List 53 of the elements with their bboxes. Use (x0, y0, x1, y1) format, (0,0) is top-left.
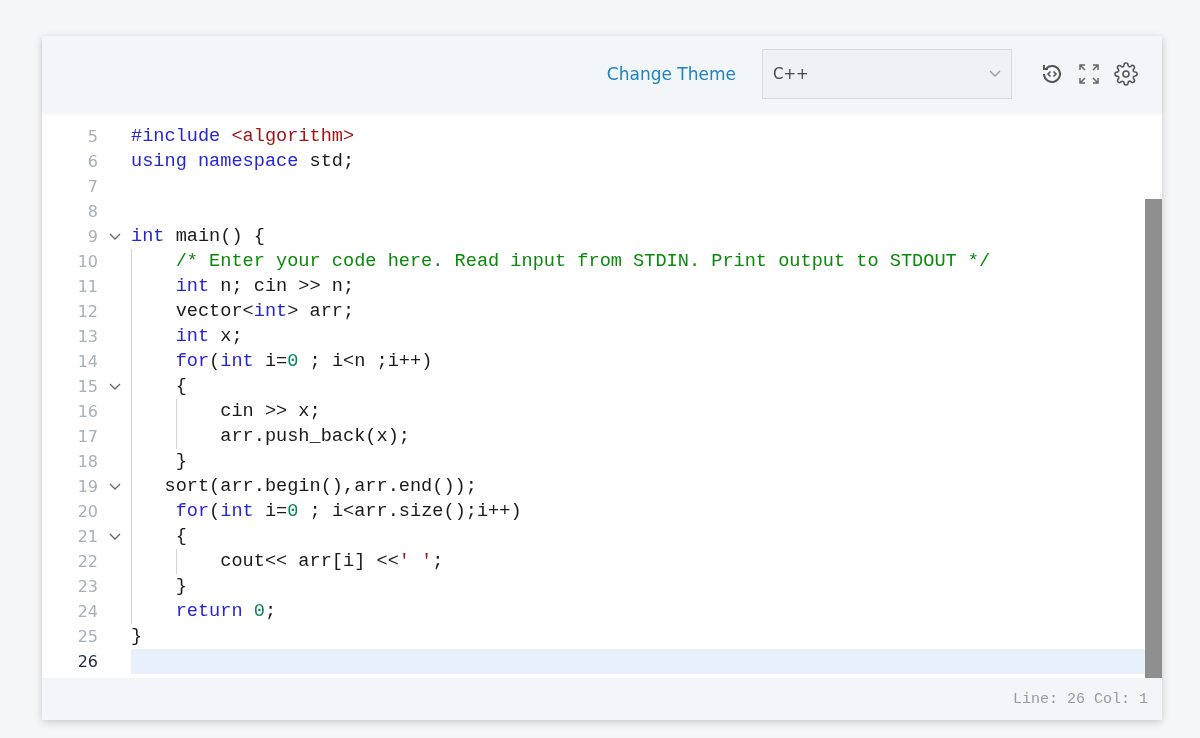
line-number: 17 (76, 427, 98, 446)
code-line: } (174, 576, 187, 597)
settings-icon[interactable] (1114, 62, 1138, 86)
line-number: 8 (86, 202, 98, 221)
code-line: int n; cin >> n; (174, 276, 355, 297)
code-line: { (174, 376, 187, 397)
line-number: 10 (76, 252, 98, 271)
line-number: 13 (76, 327, 98, 346)
line-number: 25 (76, 627, 98, 646)
chevron-down-icon (989, 70, 1001, 78)
code-line: return 0; (174, 601, 277, 622)
code-line: } (174, 451, 187, 472)
code-line: #include <algorithm> (131, 126, 355, 147)
line-number: 5 (86, 127, 98, 146)
code-line: using namespace std; (131, 151, 355, 172)
scrollbar-thumb[interactable] (1145, 199, 1162, 678)
line-number: 26 (76, 652, 98, 671)
line-number: 22 (76, 552, 98, 571)
line-number: 6 (86, 152, 98, 171)
code-line: vector<int> arr; (174, 301, 355, 322)
code-line: /* Enter your code here. Read input from STDIN. Print output to STDOUT */ (174, 251, 991, 272)
line-number: 9 (86, 227, 98, 246)
fullscreen-icon[interactable] (1078, 63, 1100, 85)
code-line: for(int i=0 ; i<n ;i++) (174, 351, 433, 372)
line-number: 14 (76, 352, 98, 371)
fold-chevron-icon[interactable] (108, 232, 121, 241)
cursor-position: Line: 26 Col: 1 (1012, 690, 1148, 708)
fold-chevron-icon[interactable] (108, 532, 121, 541)
line-number: 20 (76, 502, 98, 521)
code-line: int main() { (131, 226, 265, 247)
line-number: 7 (86, 177, 98, 196)
code-line: cin >> x; (219, 401, 321, 422)
line-number: 15 (76, 377, 98, 396)
fold-chevron-icon[interactable] (108, 482, 121, 491)
code-line: { (174, 526, 187, 547)
line-number: 18 (76, 452, 98, 471)
change-theme-link[interactable]: Change Theme (606, 64, 736, 84)
code-line: cout<< arr[i] <<' '; (219, 551, 444, 572)
line-number: 24 (76, 602, 98, 621)
code-line: int x; (174, 326, 243, 347)
line-number: 19 (76, 477, 98, 496)
code-line: arr.push_back(x); (219, 426, 410, 447)
history-icon[interactable] (1040, 62, 1064, 86)
line-number: 23 (76, 577, 98, 596)
line-number: 11 (76, 277, 98, 296)
language-select[interactable]: C++ (762, 49, 1012, 99)
line-number: 16 (76, 402, 98, 421)
line-number: 21 (76, 527, 98, 546)
fold-chevron-icon[interactable] (108, 382, 121, 391)
code-line: } (131, 626, 143, 647)
line-number: 12 (76, 302, 98, 321)
code-line: for(int i=0 ; i<arr.size();i++) (174, 501, 522, 522)
code-line: sort(arr.begin(),arr.end()); (163, 476, 477, 497)
